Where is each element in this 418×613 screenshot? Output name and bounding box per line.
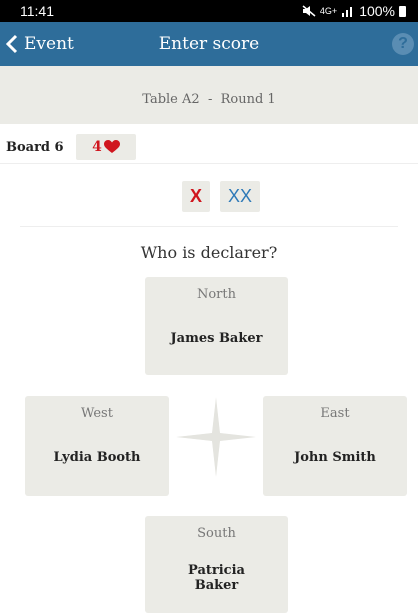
status-time: 11:41	[20, 3, 54, 19]
declarer-question: Who is declarer?	[140, 243, 278, 262]
signal-icon	[342, 7, 353, 17]
mute-icon	[302, 5, 316, 17]
seat-player: James Baker	[170, 331, 263, 346]
status-bar: 11:41 4G+ 100%	[0, 0, 418, 22]
seat-direction: North	[196, 287, 236, 302]
redouble-button[interactable]: XX	[220, 181, 260, 212]
seat-direction: West	[81, 406, 113, 421]
help-icon[interactable]: ?	[392, 33, 414, 55]
compass-star-icon	[176, 397, 256, 477]
seat-player: John Smith	[294, 450, 376, 465]
battery-icon	[399, 5, 406, 17]
separator: -	[207, 92, 213, 107]
table-label: Table A2	[142, 92, 200, 107]
battery-percent: 100%	[359, 3, 395, 19]
table-round-info: Table A2 - Round 1	[0, 92, 418, 107]
board-label: Board 6	[6, 140, 64, 155]
table-round-header: Table A2 - Round 1	[0, 66, 418, 124]
seat-west-button[interactable]: West Lydia Booth	[25, 396, 169, 496]
seat-direction: East	[320, 406, 350, 421]
page-title: Enter score	[158, 34, 260, 54]
round-label: Round 1	[220, 92, 276, 107]
heart-icon	[103, 140, 120, 153]
contract-level: 4	[92, 139, 102, 155]
contract-badge[interactable]: 4	[76, 134, 136, 160]
seat-player: Patricia Baker	[188, 563, 245, 593]
status-icons: 4G+ 100%	[302, 3, 406, 19]
seat-north-button[interactable]: North James Baker	[145, 277, 288, 375]
seat-east-button[interactable]: East John Smith	[263, 396, 407, 496]
network-label: 4G+	[319, 6, 338, 16]
double-button[interactable]: X	[182, 181, 210, 212]
seat-player: Lydia Booth	[53, 450, 141, 465]
double-row: X XX	[20, 164, 398, 227]
app-bar: Event Enter score ?	[0, 22, 418, 66]
board-row: Board 6 4	[0, 130, 418, 164]
seat-south-button[interactable]: South Patricia Baker	[145, 516, 288, 613]
seat-direction: South	[197, 526, 236, 541]
